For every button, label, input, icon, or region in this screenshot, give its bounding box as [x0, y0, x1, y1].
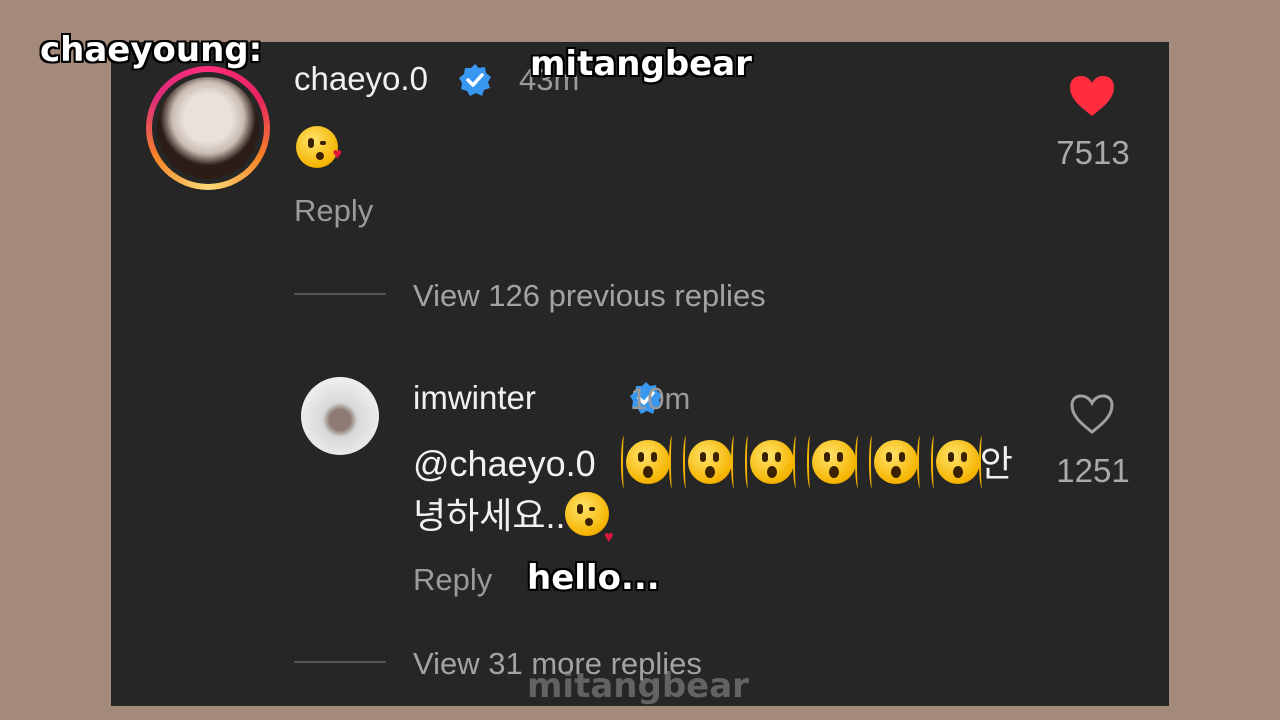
avatar-chaeyo[interactable] — [146, 66, 270, 190]
subtitle-text: hello... — [527, 558, 660, 598]
heart-outline-icon[interactable] — [1068, 392, 1116, 441]
reply-time: 10m — [630, 381, 691, 416]
comment-username[interactable]: chaeyo.0 — [294, 60, 428, 98]
shaking-face-emoji — [682, 436, 733, 488]
kissing-face-emoji: ♥ — [296, 126, 346, 168]
reply-text: @chaeyo.0 안 녕하세요.. ♥ — [413, 436, 1033, 546]
avatar-imwinter[interactable] — [301, 377, 379, 455]
shaking-face-emoji — [806, 436, 857, 488]
shaking-face-emoji — [930, 436, 981, 488]
reply-button[interactable]: Reply — [413, 562, 492, 598]
comments-panel — [111, 42, 1169, 706]
shaking-face-emoji — [744, 436, 795, 488]
speaker-label: chaeyoung: — [40, 30, 263, 70]
reply-text-line2: 녕하세요.. — [413, 495, 566, 536]
divider-line — [294, 661, 386, 663]
heart-filled-icon[interactable] — [1068, 74, 1116, 123]
watermark-top: mitangbear — [530, 44, 752, 84]
mention-link[interactable]: @chaeyo.0 — [413, 443, 596, 484]
reply-button[interactable]: Reply — [294, 193, 373, 229]
comment-like-count: 7513 — [1056, 134, 1130, 171]
kissing-face-emoji: ♥ — [565, 492, 613, 546]
verified-badge-icon — [457, 62, 493, 98]
view-previous-replies-button[interactable]: View 126 previous replies — [413, 278, 766, 314]
shaking-face-emoji — [620, 436, 671, 488]
reply-username[interactable]: imwinter — [413, 379, 536, 417]
divider-line — [294, 293, 386, 295]
watermark-bottom: mitangbear — [527, 666, 749, 706]
shaking-face-emoji — [868, 436, 919, 488]
reply-like-count: 1251 — [1056, 452, 1130, 489]
